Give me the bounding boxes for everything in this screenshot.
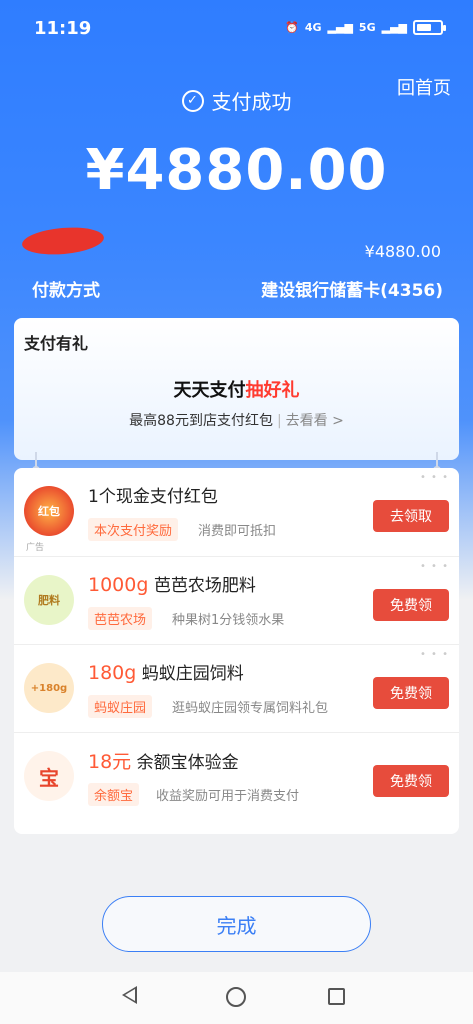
- offer-row[interactable]: • • • +180g 180g 蚂蚁庄园饲料 蚂蚁庄园 逛蚂蚁庄园领专属饲料礼…: [14, 644, 459, 732]
- offer-row[interactable]: • • • 肥料 1000g 芭芭农场肥料 芭芭农场 种果树1分钱领水果 免费领: [14, 556, 459, 644]
- offer-title-text: 芭芭农场肥料: [148, 576, 256, 596]
- payment-gift-card[interactable]: 支付有礼 天天支付抽好礼 最高88元到店支付红包 | 去看看 >: [14, 318, 459, 460]
- fertilizer-icon: 肥料: [24, 575, 74, 625]
- home-icon[interactable]: [226, 987, 246, 1007]
- gift-headline-prefix: 天天支付: [173, 380, 246, 401]
- payment-amount-small: ¥4880.00: [364, 242, 441, 261]
- more-icon[interactable]: • • •: [420, 472, 449, 483]
- gift-sub-separator: |: [276, 413, 282, 429]
- success-text: 支付成功: [211, 90, 292, 114]
- offer-tag: 芭芭农场: [88, 607, 153, 630]
- offer-title-text: 1个现金支付红包: [88, 487, 218, 507]
- gift-card-title: 支付有礼: [24, 334, 89, 353]
- status-time: 11:19: [34, 18, 92, 39]
- gift-headline-highlight: 抽好礼: [245, 380, 300, 401]
- gift-sub-text: 最高88元到店支付红包: [129, 413, 273, 429]
- offer-description: 消费即可抵扣: [198, 524, 277, 539]
- signal-icon: ▂▄▆: [327, 21, 353, 34]
- alarm-icon: ⏰: [285, 21, 299, 34]
- more-icon[interactable]: • • •: [420, 649, 449, 660]
- offer-tag: 余额宝: [88, 783, 140, 806]
- free-claim-button[interactable]: 免费领: [373, 589, 449, 621]
- offer-tag: 蚂蚁庄园: [88, 695, 153, 718]
- payment-method-value: 建设银行储蓄卡(4356): [261, 281, 443, 301]
- offer-title-number: 180g: [88, 662, 137, 684]
- offer-title-number: 18元: [88, 751, 132, 773]
- offer-title-text: 蚂蚁庄园饲料: [136, 664, 244, 684]
- recent-apps-icon[interactable]: [328, 988, 345, 1005]
- offer-description: 种果树1分钱领水果: [172, 613, 285, 628]
- offer-title-number: 1000g: [88, 574, 149, 596]
- ad-label: 广告: [26, 543, 45, 553]
- payment-method-label: 付款方式: [32, 281, 100, 301]
- offer-title: 18元 余额宝体验金: [88, 747, 239, 774]
- offer-description: 收益奖励可用于消费支付: [156, 789, 300, 804]
- claim-button[interactable]: 去领取: [373, 500, 449, 532]
- offers-list: • • • 红包 广告 1个现金支付红包 本次支付奖励 消费即可抵扣 去领取 •…: [14, 468, 459, 834]
- free-claim-button[interactable]: 免费领: [373, 677, 449, 709]
- payment-amount: ¥4880.00: [85, 138, 388, 203]
- offer-tag: 本次支付奖励: [88, 518, 179, 541]
- gift-view-link[interactable]: 去看看 >: [286, 413, 344, 429]
- status-icons: ⏰ 4G ▂▄▆ 5G ▂▄▆: [285, 20, 446, 35]
- signal-icon-2: ▂▄▆: [381, 21, 407, 34]
- status-bar: 11:19 ⏰ 4G ▂▄▆ 5G ▂▄▆: [0, 0, 473, 60]
- network-5g-label: 5G: [358, 21, 376, 34]
- gift-card-subtitle: 最高88元到店支付红包 | 去看看 >: [14, 410, 459, 430]
- feed-icon: +180g: [24, 663, 74, 713]
- more-icon[interactable]: • • •: [420, 561, 449, 572]
- network-4g-label: 4G: [304, 21, 322, 34]
- offer-row[interactable]: 宝 18元 余额宝体验金 余额宝 收益奖励可用于消费支付 免费领: [14, 732, 459, 820]
- yuebao-icon: 宝: [24, 751, 74, 801]
- battery-icon: [413, 20, 446, 35]
- system-nav-bar: [0, 972, 473, 1024]
- offer-row[interactable]: • • • 红包 广告 1个现金支付红包 本次支付奖励 消费即可抵扣 去领取: [14, 468, 459, 556]
- check-circle-icon: ✓: [181, 89, 204, 112]
- gift-card-headline: 天天支付抽好礼: [14, 376, 459, 402]
- offer-title-text: 余额宝体验金: [131, 753, 239, 773]
- red-packet-icon: 红包: [24, 486, 74, 536]
- back-icon[interactable]: [122, 986, 137, 1004]
- success-header: ✓ 支付成功: [0, 86, 473, 115]
- offer-description: 逛蚂蚁庄园领专属饲料礼包: [172, 701, 329, 716]
- offer-title: 180g 蚂蚁庄园饲料: [88, 659, 244, 684]
- offer-title: 1000g 芭芭农场肥料: [88, 571, 256, 596]
- free-claim-button[interactable]: 免费领: [373, 765, 449, 797]
- done-button[interactable]: 完成: [102, 896, 371, 952]
- offer-title: 1个现金支付红包: [88, 482, 218, 507]
